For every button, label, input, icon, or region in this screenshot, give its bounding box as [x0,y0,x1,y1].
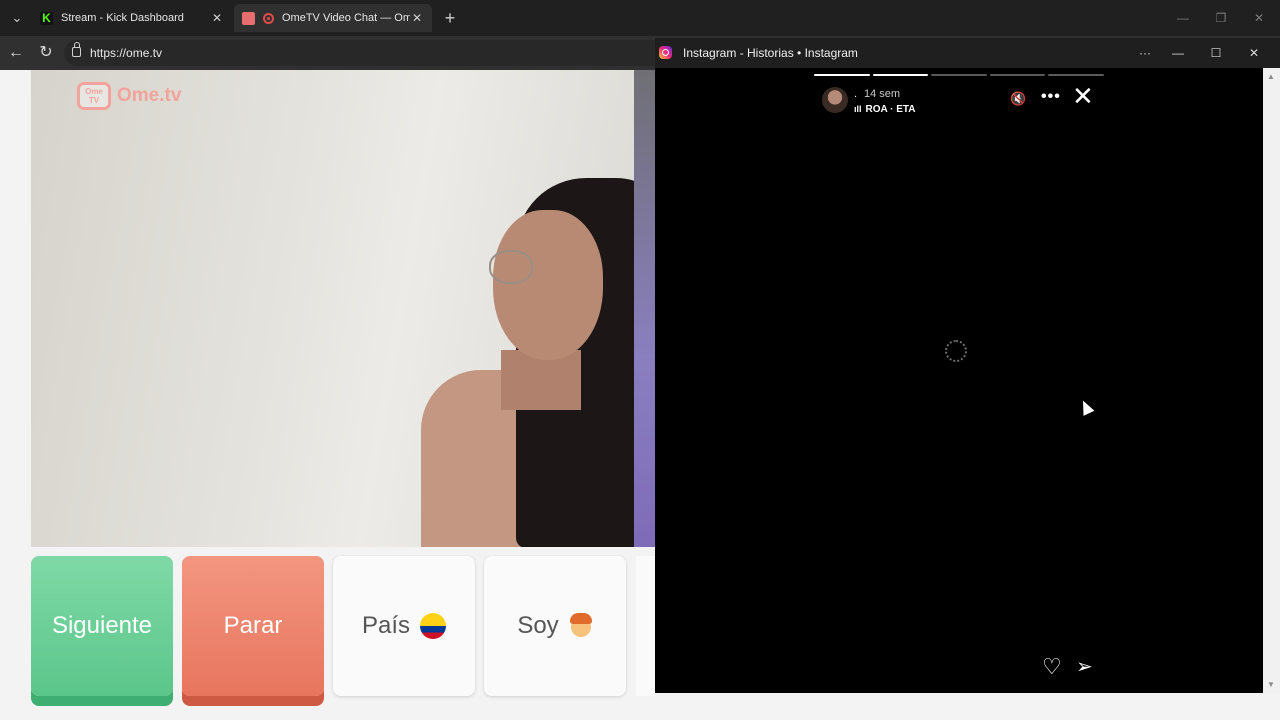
minimize-icon[interactable]: — [1166,44,1190,62]
window-title: Instagram - Historias • Instagram [683,46,858,60]
address-bar[interactable]: https://ome.tv [64,40,664,66]
local-video-edge [634,70,656,547]
gender-button[interactable]: Soy [484,556,626,696]
scroll-up-icon[interactable]: ▲ [1267,72,1275,81]
instagram-popup-window: Instagram - Historias • Instagram ··· — … [655,38,1280,693]
progress-segment [931,74,987,76]
back-button[interactable]: ← [6,43,26,63]
progress-segment [872,74,929,76]
progress-segment [989,74,1046,76]
muted-speaker-icon[interactable]: 🔇 [1010,91,1028,107]
music-label: ROA · ETA [865,104,916,115]
mouse-cursor-icon [1077,398,1095,416]
tv-icon: Ome TV [77,82,111,110]
lock-icon[interactable] [72,42,81,57]
kick-icon: K [40,11,53,25]
instagram-titlebar: Instagram - Historias • Instagram ··· — … [655,38,1280,68]
close-window-icon[interactable]: ✕ [1244,8,1274,28]
new-tab-button[interactable]: + [440,8,460,28]
maximize-icon[interactable]: ☐ [1204,44,1228,62]
close-window-icon[interactable]: ✕ [1242,44,1266,62]
tab-kick-dashboard[interactable]: K Stream - Kick Dashboard ✕ [32,4,232,32]
story-header: . 14 sem ıll ROA · ETA 🔇 ••• ✕ [822,83,1112,118]
tab-close-icon[interactable]: ✕ [210,11,224,25]
minimize-icon[interactable]: — [1168,8,1198,28]
progress-segment [814,74,870,76]
restore-icon[interactable]: ❐ [1206,8,1236,28]
more-dots-icon[interactable]: ••• [1041,88,1061,106]
send-icon[interactable]: ➢ [1076,657,1098,677]
instagram-icon [659,46,672,59]
country-label: País [361,612,411,639]
stop-label: Parar [223,612,283,639]
tab-ometv[interactable]: OmeTV Video Chat — Omegl ✕ [234,4,432,32]
colombia-flag-icon [420,613,447,639]
tab-title: OmeTV Video Chat — Omegl [282,12,410,24]
tab-strip: ⌄ K Stream - Kick Dashboard ✕ OmeTV Vide… [0,0,1280,36]
scroll-down-icon[interactable]: ▼ [1267,680,1275,689]
story-time: 14 sem [864,88,901,100]
story-progress [814,74,1104,77]
loading-spinner-icon [945,340,967,362]
ometv-logo: Ome TV Ome.tv [77,82,181,110]
progress-segment [1048,74,1104,76]
ometv-icon [242,11,255,25]
stop-button[interactable]: Parar [182,556,324,696]
reload-button[interactable]: ↻ [36,43,56,63]
heart-icon[interactable]: ♡ [1042,656,1064,678]
video-person [421,170,634,547]
next-label: Siguiente [51,612,153,639]
logo-text: Ome.tv [117,85,182,106]
story-username[interactable]: . [854,88,857,100]
country-button[interactable]: País [333,556,475,696]
story-music[interactable]: ıll ROA · ETA [854,104,916,115]
chat-input[interactable] [636,556,656,696]
tab-title: Stream - Kick Dashboard [61,12,184,24]
boy-emoji-icon [569,613,593,639]
tab-search-button[interactable]: ⌄ [6,8,28,28]
story-viewer[interactable]: . 14 sem ıll ROA · ETA 🔇 ••• ✕ ♡ ➢ [655,68,1263,693]
remote-video: Ome TV Ome.tv [31,70,634,547]
close-story-icon[interactable]: ✕ [1072,83,1094,109]
next-button[interactable]: Siguiente [31,556,173,696]
tab-close-icon[interactable]: ✕ [410,11,424,25]
gender-label: Soy [517,612,559,639]
recording-icon [263,12,274,24]
scrollbar[interactable]: ▲ ▼ [1263,68,1280,693]
more-options-icon[interactable]: ··· [1133,44,1157,62]
audio-bars-icon: ıll [854,104,862,114]
url-text[interactable]: https://ome.tv [90,46,162,60]
avatar[interactable] [822,87,848,113]
